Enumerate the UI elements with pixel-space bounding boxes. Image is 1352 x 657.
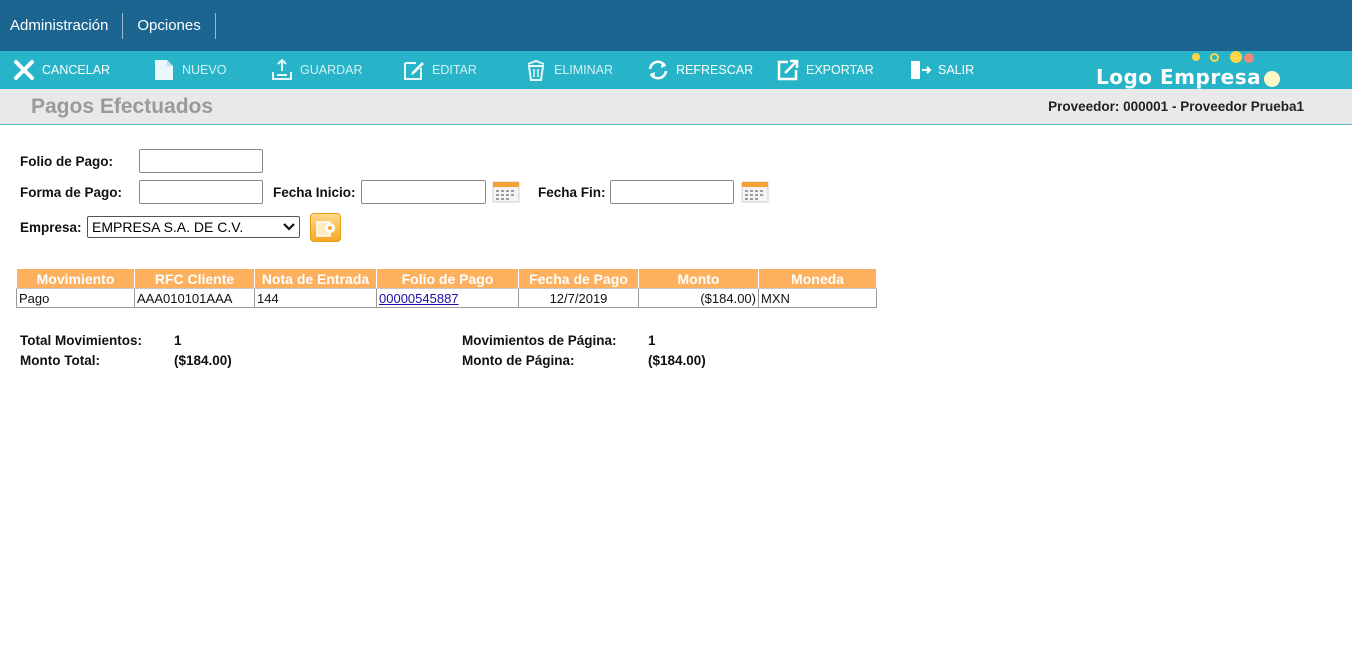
exit-door-icon	[911, 61, 932, 79]
monto-total-label: Monto Total:	[20, 353, 100, 368]
column-header[interactable]: Movimiento	[16, 268, 135, 289]
cancel-button[interactable]: CANCELAR	[12, 51, 110, 89]
new-button[interactable]: NUEVO	[152, 51, 226, 89]
trash-icon	[527, 59, 545, 81]
payments-table: Movimiento RFC Cliente Nota de Entrada F…	[16, 268, 877, 308]
calendar-icon[interactable]	[741, 181, 769, 203]
refresh-button[interactable]: REFRESCAR	[646, 51, 753, 89]
delete-label: ELIMINAR	[554, 63, 614, 77]
forma-pago-label: Forma de Pago:	[20, 185, 123, 200]
menu-bar: Administración Opciones	[0, 0, 1352, 51]
save-button[interactable]: GUARDAR	[270, 51, 363, 89]
logo-text: Logo Empresa	[1096, 65, 1262, 89]
delete-button[interactable]: ELIMINAR	[524, 51, 613, 89]
chevron-down-icon	[283, 223, 295, 231]
new-label: NUEVO	[182, 63, 227, 77]
export-button[interactable]: EXPORTAR	[776, 51, 874, 89]
exit-button[interactable]: SALIR	[908, 51, 974, 89]
logo-dot-icon	[1230, 51, 1242, 63]
table-header-row: Movimiento RFC Cliente Nota de Entrada F…	[16, 268, 877, 289]
total-movimientos-value: 1	[174, 333, 182, 348]
table-cell: 144	[254, 288, 377, 308]
refresh-label: REFRESCAR	[676, 63, 754, 77]
column-header[interactable]: Fecha de Pago	[518, 268, 639, 289]
column-header[interactable]: Monto	[638, 268, 759, 289]
movimientos-pagina-value: 1	[648, 333, 656, 348]
refresh-icon	[648, 60, 668, 80]
monto-total-value: ($184.00)	[174, 353, 232, 368]
logo-ring-icon	[1210, 53, 1219, 62]
menu-opciones[interactable]: Opciones	[127, 12, 216, 39]
edit-button[interactable]: EDITAR	[402, 51, 477, 89]
empresa-selected-value: EMPRESA S.A. DE C.V.	[92, 219, 244, 235]
folio-link[interactable]: 00000545887	[379, 291, 459, 306]
save-label: GUARDAR	[300, 63, 363, 77]
movimientos-pagina-label: Movimientos de Página:	[462, 333, 617, 348]
search-gear-button[interactable]	[310, 213, 341, 242]
fecha-inicio-label: Fecha Inicio:	[273, 185, 356, 200]
logo-dot-icon	[1264, 71, 1280, 87]
logo-dot-icon	[1192, 53, 1200, 61]
empresa-label: Empresa:	[20, 220, 82, 235]
company-logo: Logo Empresa	[1096, 51, 1296, 89]
menu-administracion[interactable]: Administración	[0, 12, 124, 39]
monto-pagina-value: ($184.00)	[648, 353, 706, 368]
empresa-select[interactable]: EMPRESA S.A. DE C.V.	[87, 216, 300, 238]
page-title: Pagos Efectuados	[31, 95, 214, 118]
table-cell: Pago	[16, 288, 135, 308]
column-header[interactable]: RFC Cliente	[134, 268, 255, 289]
save-upload-icon	[272, 58, 292, 80]
fecha-fin-label: Fecha Fin:	[538, 185, 606, 200]
table-cell: AAA010101AAA	[134, 288, 255, 308]
edit-pencil-icon	[404, 62, 424, 80]
edit-label: EDITAR	[432, 63, 477, 77]
table-cell: ($184.00)	[638, 288, 759, 308]
gear-icon	[316, 221, 335, 237]
export-label: EXPORTAR	[806, 63, 874, 77]
calendar-icon[interactable]	[492, 181, 520, 203]
table-cell: 12/7/2019	[518, 288, 639, 308]
folio-label: Folio de Pago:	[20, 154, 113, 169]
column-header[interactable]: Nota de Entrada	[254, 268, 377, 289]
export-icon	[777, 59, 799, 81]
folio-input[interactable]	[139, 149, 263, 173]
column-header[interactable]: Moneda	[758, 268, 877, 289]
column-header[interactable]: Folio de Pago	[376, 268, 519, 289]
exit-label: SALIR	[938, 63, 975, 77]
table-row: Pago AAA010101AAA 144 00000545887 12/7/2…	[16, 288, 877, 308]
new-document-icon	[155, 60, 173, 80]
forma-pago-input[interactable]	[139, 180, 263, 204]
logo-dot-icon	[1244, 53, 1254, 63]
table-cell: MXN	[758, 288, 877, 308]
monto-pagina-label: Monto de Página:	[462, 353, 575, 368]
fecha-fin-input[interactable]	[610, 180, 734, 204]
provider-info: Proveedor: 000001 - Proveedor Prueba1	[1048, 99, 1304, 114]
total-movimientos-label: Total Movimientos:	[20, 333, 143, 348]
fecha-inicio-input[interactable]	[361, 180, 486, 204]
page-header: Pagos Efectuados Proveedor: 000001 - Pro…	[0, 89, 1352, 125]
cancel-label: CANCELAR	[42, 63, 111, 77]
close-icon	[14, 60, 34, 80]
table-cell: 00000545887	[376, 288, 519, 308]
